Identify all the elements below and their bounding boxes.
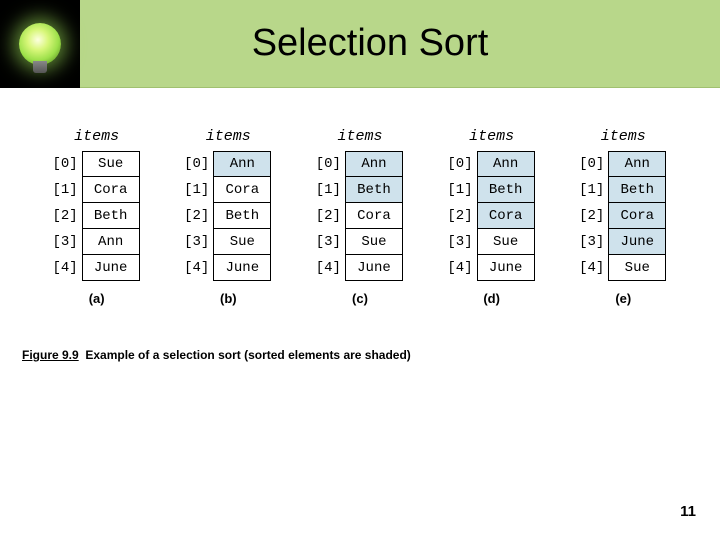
- array-row: [2]Beth: [185, 203, 271, 229]
- selection-sort-diagram: items[0]Sue[1]Cora[2]Beth[3]Ann[4]June(a…: [0, 88, 720, 316]
- array-cell: Sue: [477, 229, 535, 255]
- array-row: [3]Ann: [54, 229, 140, 255]
- array-cell: Sue: [345, 229, 403, 255]
- array-cell: Cora: [608, 203, 666, 229]
- array-row: [3]Sue: [185, 229, 271, 255]
- array-cell: June: [608, 229, 666, 255]
- index-label: [0]: [580, 151, 608, 177]
- index-label: [1]: [185, 177, 213, 203]
- array-cell: June: [213, 255, 271, 281]
- array-cell: Sue: [213, 229, 271, 255]
- array-cell: Cora: [477, 203, 535, 229]
- array-row: [0]Ann: [580, 151, 666, 177]
- array-row: [2]Cora: [317, 203, 403, 229]
- array-cell: Cora: [82, 177, 140, 203]
- array-row: [4]June: [449, 255, 535, 281]
- array-cell: June: [82, 255, 140, 281]
- array-column: items [0]Ann[1]Beth[2]Cora[3]June[4]Sue (e…: [580, 128, 666, 306]
- index-label: [2]: [185, 203, 213, 229]
- array-row: [1]Beth: [317, 177, 403, 203]
- array-cell: Cora: [213, 177, 271, 203]
- index-label: [3]: [54, 229, 82, 255]
- array-cell: Beth: [82, 203, 140, 229]
- array-cell: Sue: [82, 151, 140, 177]
- array-row: [3]Sue: [317, 229, 403, 255]
- index-label: [2]: [580, 203, 608, 229]
- array-column: items [0]Ann[1]Beth[2]Cora[3]Sue[4]June (c…: [317, 128, 403, 306]
- array-cell: Beth: [608, 177, 666, 203]
- index-label: [3]: [449, 229, 477, 255]
- array-row: [0]Sue: [54, 151, 140, 177]
- array-row: [0]Ann: [317, 151, 403, 177]
- array-cell: Sue: [608, 255, 666, 281]
- index-label: [1]: [54, 177, 82, 203]
- array-column: items [0]Sue[1]Cora[2]Beth[3]Ann[4]June (a…: [54, 128, 140, 306]
- column-label: (d): [483, 291, 500, 306]
- slide-header: Selection Sort: [0, 0, 720, 88]
- array-cell: Cora: [345, 203, 403, 229]
- array-cell: Ann: [345, 151, 403, 177]
- array-cell: Ann: [477, 151, 535, 177]
- array-row: [4]Sue: [580, 255, 666, 281]
- figure-text: Example of a selection sort (sorted elem…: [85, 348, 410, 362]
- array-row: [3]June: [580, 229, 666, 255]
- index-label: [2]: [449, 203, 477, 229]
- column-header: items: [337, 128, 382, 145]
- array-cell: Ann: [82, 229, 140, 255]
- array-cell: June: [345, 255, 403, 281]
- array-cell: Beth: [213, 203, 271, 229]
- index-label: [1]: [580, 177, 608, 203]
- index-label: [0]: [317, 151, 345, 177]
- index-label: [3]: [317, 229, 345, 255]
- array-column: items [0]Ann[1]Cora[2]Beth[3]Sue[4]June (b…: [185, 128, 271, 306]
- index-label: [2]: [54, 203, 82, 229]
- page-title: Selection Sort: [80, 22, 720, 65]
- array-row: [2]Cora: [449, 203, 535, 229]
- index-label: [4]: [185, 255, 213, 281]
- index-label: [4]: [449, 255, 477, 281]
- array-row: [3]Sue: [449, 229, 535, 255]
- index-label: [1]: [449, 177, 477, 203]
- lightbulb-icon: [0, 0, 80, 88]
- array-row: [1]Cora: [185, 177, 271, 203]
- column-header: items: [469, 128, 514, 145]
- column-label: (c): [352, 291, 368, 306]
- array-row: [1]Beth: [449, 177, 535, 203]
- index-label: [4]: [317, 255, 345, 281]
- figure-caption: Figure 9.9 Example of a selection sort (…: [22, 348, 411, 362]
- array-row: [0]Ann: [449, 151, 535, 177]
- array-cell: Ann: [608, 151, 666, 177]
- index-label: [4]: [54, 255, 82, 281]
- array-cell: June: [477, 255, 535, 281]
- index-label: [3]: [580, 229, 608, 255]
- page-number: 11: [680, 503, 696, 520]
- column-label: (b): [220, 291, 237, 306]
- array-cell: Beth: [477, 177, 535, 203]
- array-row: [0]Ann: [185, 151, 271, 177]
- array-row: [2]Beth: [54, 203, 140, 229]
- array-column: items [0]Ann[1]Beth[2]Cora[3]Sue[4]June (d…: [449, 128, 535, 306]
- column-header: items: [601, 128, 646, 145]
- column-label: (e): [615, 291, 631, 306]
- index-label: [0]: [449, 151, 477, 177]
- array-row: [2]Cora: [580, 203, 666, 229]
- index-label: [0]: [54, 151, 82, 177]
- column-label: (a): [89, 291, 105, 306]
- figure-number: Figure 9.9: [22, 348, 79, 362]
- index-label: [0]: [185, 151, 213, 177]
- array-row: [4]June: [185, 255, 271, 281]
- index-label: [4]: [580, 255, 608, 281]
- array-row: [1]Beth: [580, 177, 666, 203]
- column-header: items: [74, 128, 119, 145]
- index-label: [2]: [317, 203, 345, 229]
- array-row: [4]June: [54, 255, 140, 281]
- index-label: [1]: [317, 177, 345, 203]
- column-header: items: [206, 128, 251, 145]
- array-cell: Beth: [345, 177, 403, 203]
- array-row: [1]Cora: [54, 177, 140, 203]
- array-cell: Ann: [213, 151, 271, 177]
- array-row: [4]June: [317, 255, 403, 281]
- index-label: [3]: [185, 229, 213, 255]
